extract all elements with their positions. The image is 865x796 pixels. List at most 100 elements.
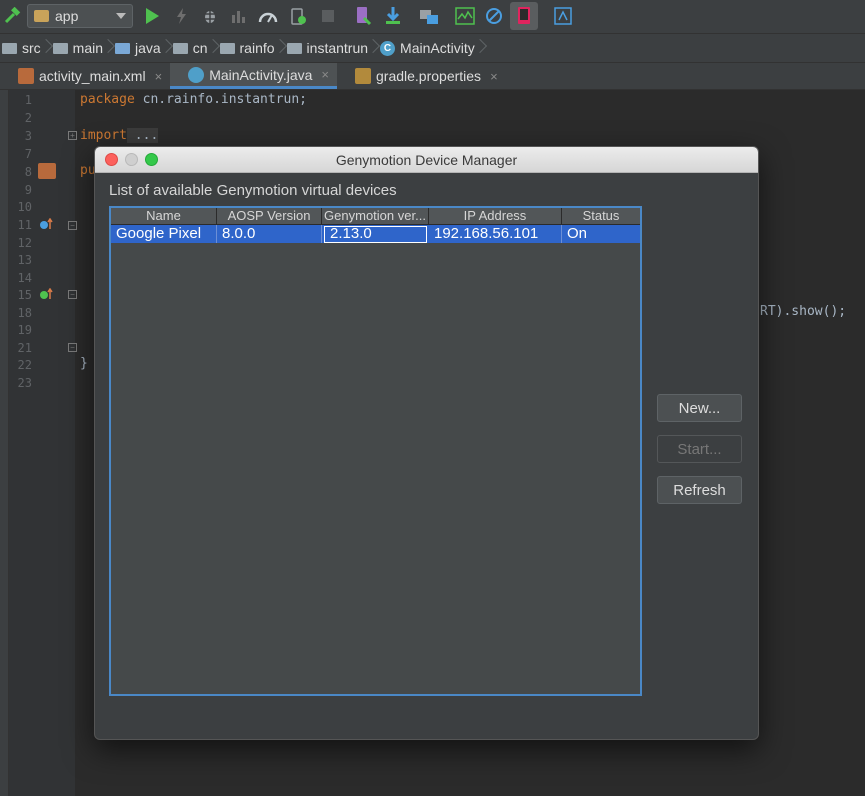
genymotion-icon[interactable] (510, 2, 538, 30)
line-number: 21 (17, 341, 32, 355)
column-header-genymotion-version[interactable]: Genymotion ver... (322, 208, 429, 224)
breadcrumb-label: java (135, 40, 161, 56)
no-entry-icon[interactable] (484, 6, 504, 26)
dialog-titlebar[interactable]: Genymotion Device Manager (95, 147, 758, 173)
folder-icon (115, 42, 131, 54)
line-number: 14 (17, 271, 32, 285)
code-text: cn.rainfo.instantrun; (134, 92, 307, 107)
fold-marker[interactable]: − (68, 343, 77, 352)
breadcrumb-instantrun[interactable]: instantrun (283, 34, 376, 62)
table-header: Name AOSP Version Genymotion ver... IP A… (111, 208, 640, 225)
project-structure-icon[interactable] (419, 6, 439, 26)
run-config-label: app (55, 8, 79, 24)
class-icon (188, 66, 205, 83)
package-icon (172, 42, 188, 54)
line-number: 7 (24, 147, 32, 161)
breadcrumb-label: instantrun (306, 40, 369, 56)
breadcrumb-rainfo[interactable]: rainfo (216, 34, 283, 62)
tab-activity-main-xml[interactable]: activity_main.xml × (0, 63, 170, 89)
breadcrumb-label: rainfo (239, 40, 275, 56)
chevron-down-icon (116, 13, 126, 19)
coverage-icon[interactable] (229, 6, 249, 26)
xml-file-icon (18, 68, 34, 84)
line-number: 19 (17, 323, 32, 337)
line-number: 23 (17, 376, 32, 390)
avd-manager-icon[interactable] (353, 6, 373, 26)
genymotion-device-manager-dialog: Genymotion Device Manager List of availa… (94, 146, 759, 740)
column-header-ip-address[interactable]: IP Address (429, 208, 562, 224)
code-line-1: package cn.rainfo.instantrun; (80, 92, 307, 107)
line-number: 3 (24, 129, 32, 143)
code-line-22: } (80, 356, 88, 371)
start-button[interactable]: Start... (657, 435, 742, 463)
code-text: ... (126, 128, 159, 143)
column-header-aosp-version[interactable]: AOSP Version (217, 208, 322, 224)
devices-table[interactable]: Name AOSP Version Genymotion ver... IP A… (109, 206, 642, 696)
dialog-title: Genymotion Device Manager (335, 151, 518, 168)
line-number: 10 (17, 200, 32, 214)
sdk-manager-icon[interactable] (383, 6, 403, 26)
debug-icon[interactable] (200, 6, 220, 26)
breadcrumb-java[interactable]: java (111, 34, 169, 62)
breadcrumb-label: src (22, 40, 41, 56)
android-profiler-icon[interactable] (455, 6, 475, 26)
line-number: 15 (17, 288, 32, 302)
close-window-button[interactable] (105, 153, 118, 166)
hammer-icon[interactable] (2, 6, 22, 26)
run-icon[interactable] (142, 6, 162, 26)
tab-label: MainActivity.java (209, 66, 313, 83)
minimize-window-button[interactable] (125, 153, 138, 166)
override-gutter-icon[interactable] (39, 287, 53, 299)
tab-gradle-properties[interactable]: gradle.properties × (337, 63, 506, 89)
fold-marker[interactable]: − (68, 290, 77, 299)
cell-genymotion-version[interactable]: 2.13.0 (324, 226, 427, 243)
fold-marker[interactable]: − (68, 221, 77, 230)
column-header-name[interactable]: Name (111, 208, 217, 224)
class-icon: C (380, 40, 396, 56)
line-number: 13 (17, 253, 32, 267)
close-icon[interactable]: × (321, 67, 329, 82)
breadcrumb-cn[interactable]: cn (169, 34, 216, 62)
run-config-dropdown[interactable]: app (27, 4, 133, 28)
new-button[interactable]: New... (657, 394, 742, 422)
side-strip (0, 90, 9, 796)
code-text: RT).show(); (760, 304, 847, 319)
line-number: 22 (17, 358, 32, 372)
tab-mainactivity-java[interactable]: MainActivity.java × (170, 63, 337, 89)
code-line-3: import ... (80, 128, 159, 143)
properties-file-icon (355, 68, 371, 84)
close-icon[interactable]: × (155, 69, 163, 84)
folder-icon (34, 10, 49, 22)
breadcrumb-mainactivity[interactable]: C MainActivity (376, 34, 483, 62)
code-line-18: RT).show(); (760, 304, 846, 319)
stop-icon[interactable] (318, 6, 338, 26)
override-gutter-icon[interactable] (39, 217, 53, 229)
code-keyword: package (80, 92, 135, 107)
refresh-button[interactable]: Refresh (657, 476, 742, 504)
layout-gutter-icon[interactable] (38, 163, 56, 179)
line-number: 9 (24, 183, 32, 197)
breadcrumb-label: main (72, 40, 104, 56)
layout-inspector-icon[interactable] (553, 6, 573, 26)
breadcrumb-main[interactable]: main (49, 34, 111, 62)
breadcrumb-label: MainActivity (400, 40, 475, 56)
breadcrumb-src[interactable]: src (0, 34, 49, 62)
profiler-icon[interactable] (258, 6, 278, 26)
package-icon (219, 42, 235, 54)
fold-marker[interactable]: + (68, 131, 77, 140)
table-row[interactable]: Google Pixel 8.0.0 2.13.0 192.168.56.101… (111, 225, 640, 243)
list-title: List of available Genymotion virtual dev… (109, 182, 397, 199)
line-number: 2 (24, 111, 32, 125)
tab-label: gradle.properties (376, 68, 482, 84)
attach-debugger-icon[interactable] (288, 6, 308, 26)
breadcrumb: src main java cn rainfo instantrun C Main… (0, 33, 865, 62)
column-header-status[interactable]: Status (562, 208, 640, 224)
folder-icon (2, 42, 17, 54)
apply-changes-icon[interactable] (171, 6, 191, 26)
close-icon[interactable]: × (490, 69, 498, 84)
zoom-window-button[interactable] (145, 153, 158, 166)
line-number: 18 (17, 306, 32, 320)
code-text: } (80, 356, 88, 371)
cell-status: On (567, 225, 588, 242)
line-number: 1 (24, 93, 32, 107)
